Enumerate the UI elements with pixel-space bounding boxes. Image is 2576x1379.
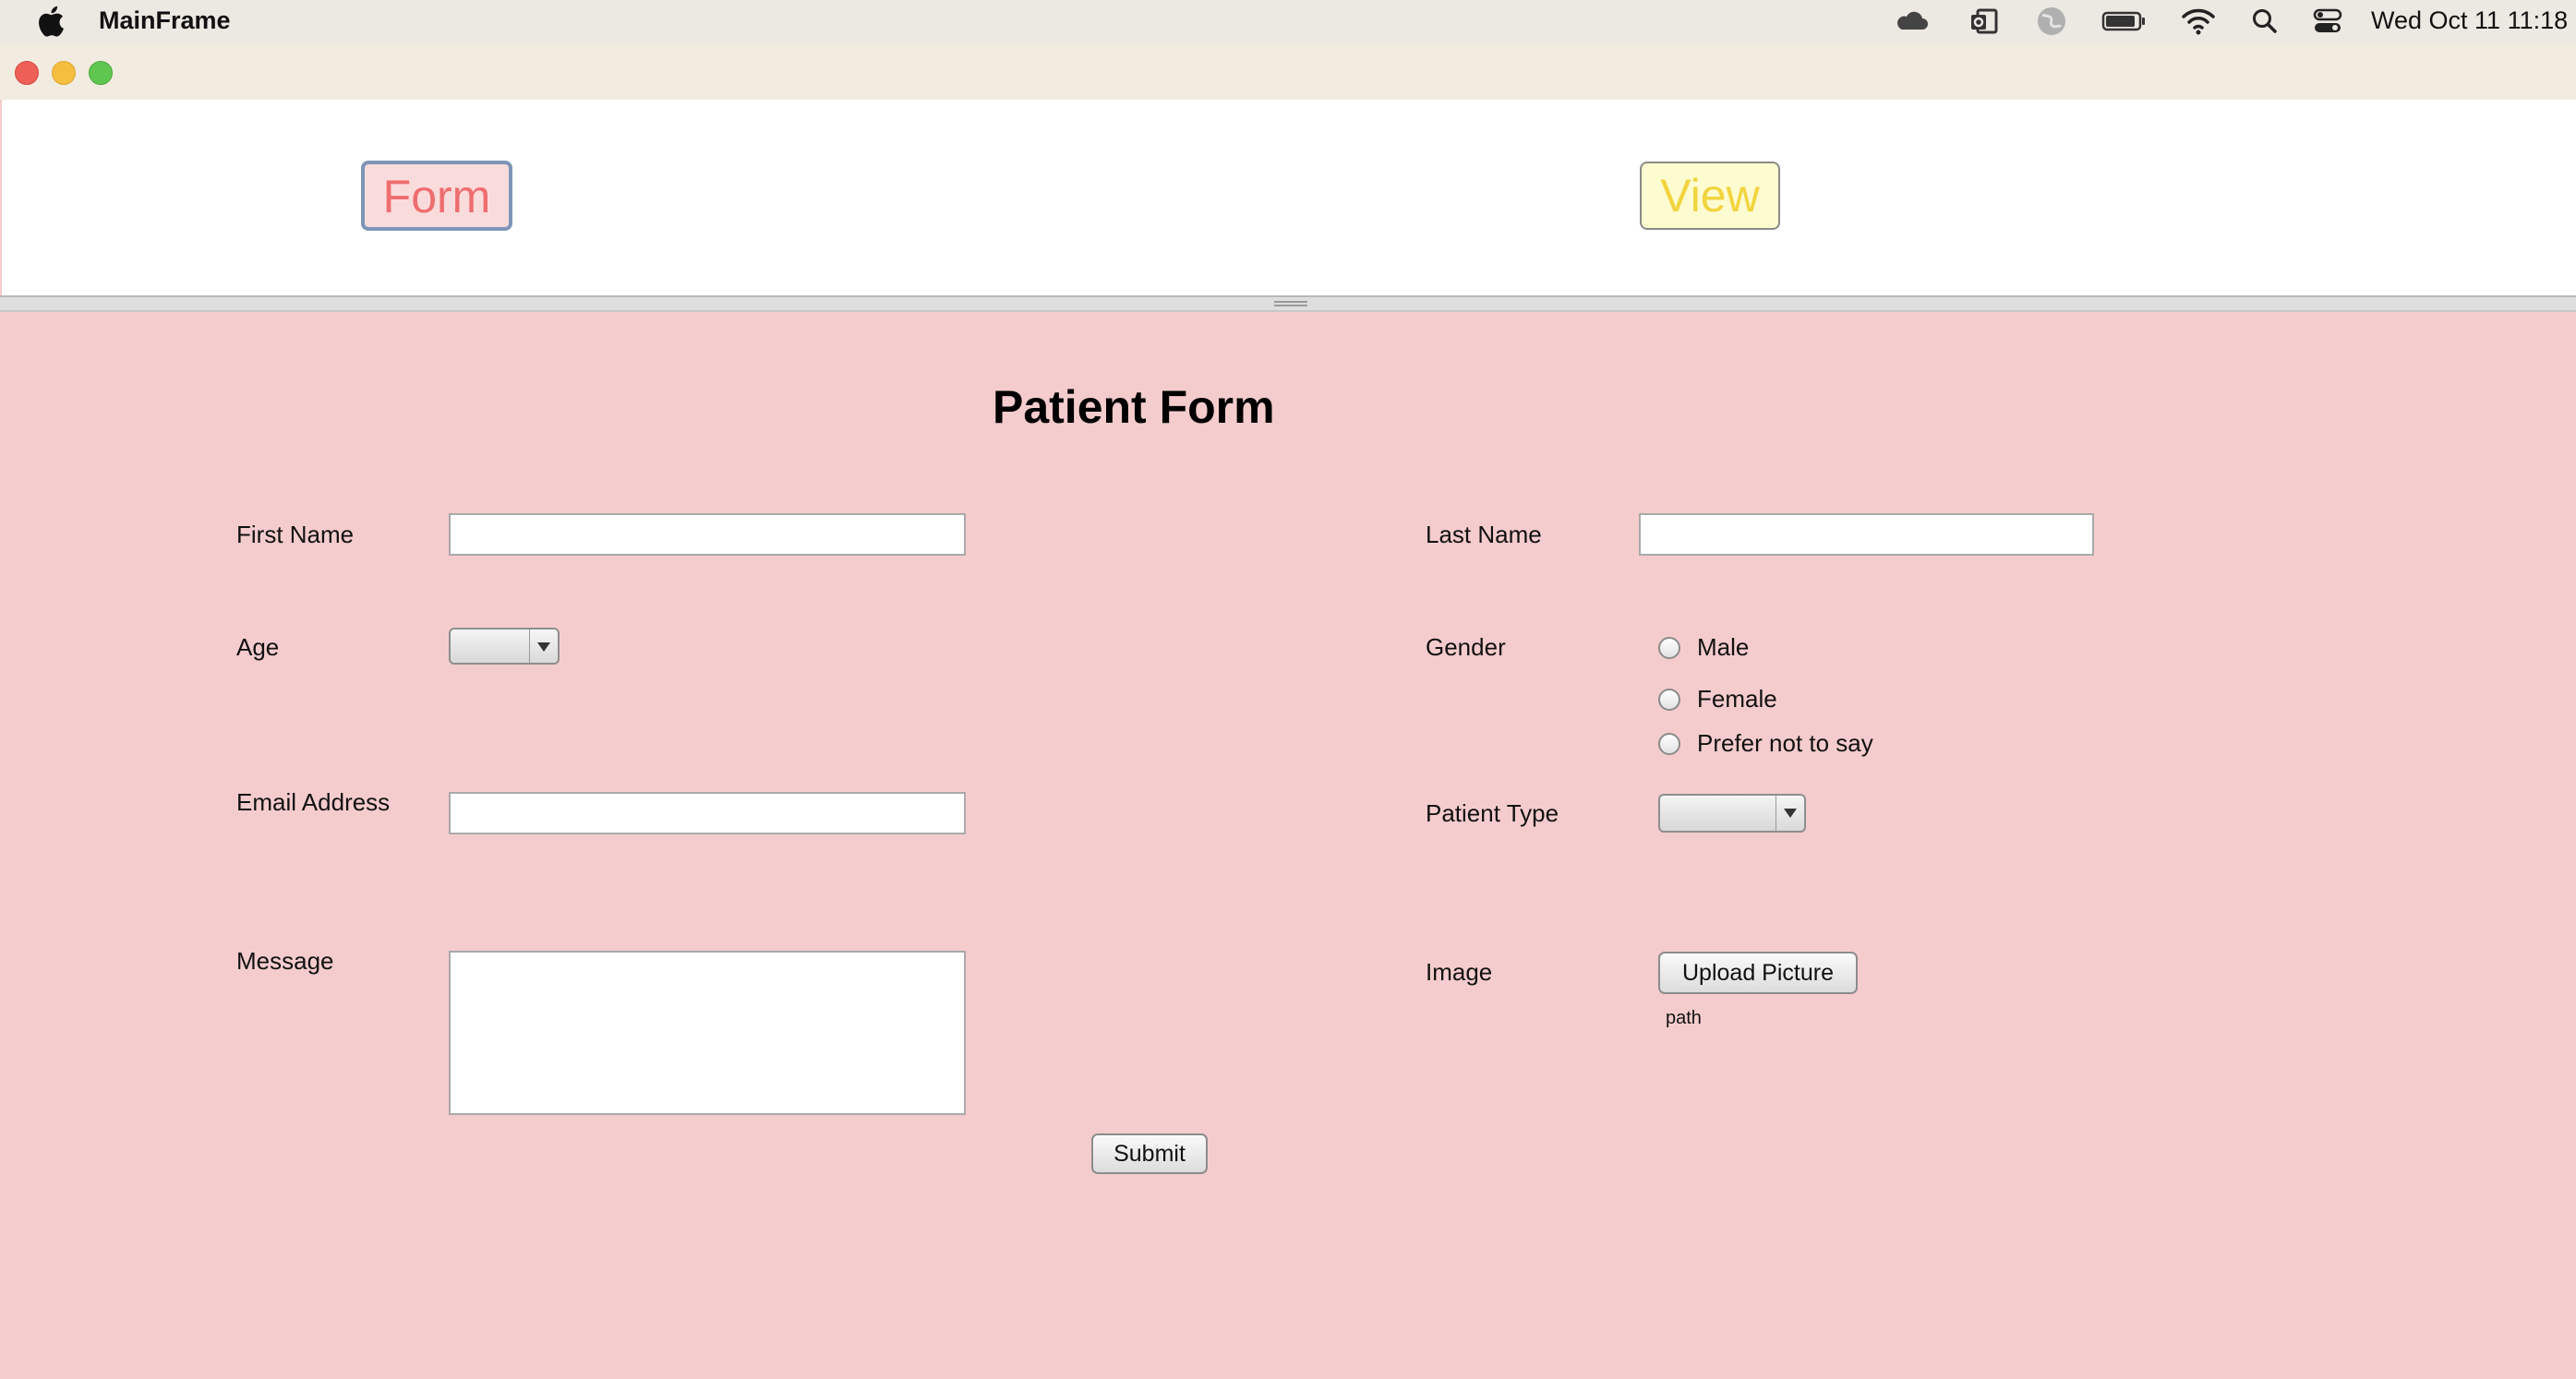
- age-dropdown[interactable]: [449, 628, 560, 665]
- last-name-label: Last Name: [1426, 521, 1542, 548]
- window-titlebar: [0, 42, 2576, 101]
- gender-radio-female[interactable]: Female: [1658, 685, 1777, 713]
- divider-grip[interactable]: [1274, 301, 1307, 306]
- battery-icon[interactable]: [2101, 6, 2148, 37]
- chevron-down-icon: [529, 630, 558, 663]
- patient-type-dropdown[interactable]: [1658, 794, 1806, 833]
- form-title: Patient Form: [993, 381, 1275, 433]
- minimize-window-button[interactable]: [52, 61, 76, 85]
- chevron-down-icon: [1776, 796, 1804, 831]
- globe-icon[interactable]: [2035, 6, 2068, 37]
- radio-circle[interactable]: [1658, 636, 1680, 659]
- wifi-icon[interactable]: [2181, 6, 2216, 37]
- maximize-window-button[interactable]: [89, 61, 113, 85]
- age-label: Age: [236, 633, 280, 661]
- submit-button[interactable]: Submit: [1091, 1133, 1208, 1174]
- radio-label: Prefer not to say: [1697, 729, 1873, 757]
- outlook-icon[interactable]: [1968, 6, 2000, 37]
- control-center-icon[interactable]: [2310, 6, 2345, 37]
- close-window-button[interactable]: [15, 61, 39, 85]
- image-label: Image: [1426, 958, 1493, 986]
- form-tab-button[interactable]: Form: [361, 161, 512, 231]
- search-icon[interactable]: [2249, 6, 2281, 37]
- patient-form-panel: Patient Form First Name Age Email Addres…: [0, 312, 2576, 1379]
- apple-icon[interactable]: [37, 6, 65, 37]
- image-path-text: path: [1666, 1008, 1702, 1028]
- menu-bar: MainFrame Wed Oct 11 11:18: [0, 0, 2576, 42]
- cloud-icon[interactable]: [1893, 6, 1930, 37]
- first-name-field[interactable]: [449, 513, 966, 556]
- message-textarea[interactable]: [449, 951, 966, 1115]
- app-title[interactable]: MainFrame: [99, 6, 231, 35]
- message-label: Message: [236, 947, 334, 975]
- split-pane-divider[interactable]: [0, 295, 2576, 312]
- email-field[interactable]: [449, 792, 966, 834]
- gender-label: Gender: [1426, 633, 1506, 661]
- radio-label: Female: [1697, 685, 1777, 713]
- radio-circle[interactable]: [1658, 732, 1680, 755]
- email-label: Email Address: [236, 788, 391, 816]
- gender-radio-male[interactable]: Male: [1658, 633, 1749, 662]
- first-name-label: First Name: [236, 521, 355, 548]
- nav-panel: Form View: [2, 100, 2576, 295]
- view-tab-button[interactable]: View: [1640, 162, 1780, 230]
- last-name-field[interactable]: [1639, 513, 2094, 556]
- patient-type-label: Patient Type: [1426, 799, 1559, 827]
- radio-label: Male: [1697, 633, 1750, 661]
- radio-circle[interactable]: [1658, 688, 1680, 711]
- gender-radio-prefer-not[interactable]: Prefer not to say: [1658, 729, 1873, 758]
- upload-picture-button[interactable]: Upload Picture: [1658, 952, 1858, 994]
- menubar-clock[interactable]: Wed Oct 11 11:18: [2371, 6, 2568, 35]
